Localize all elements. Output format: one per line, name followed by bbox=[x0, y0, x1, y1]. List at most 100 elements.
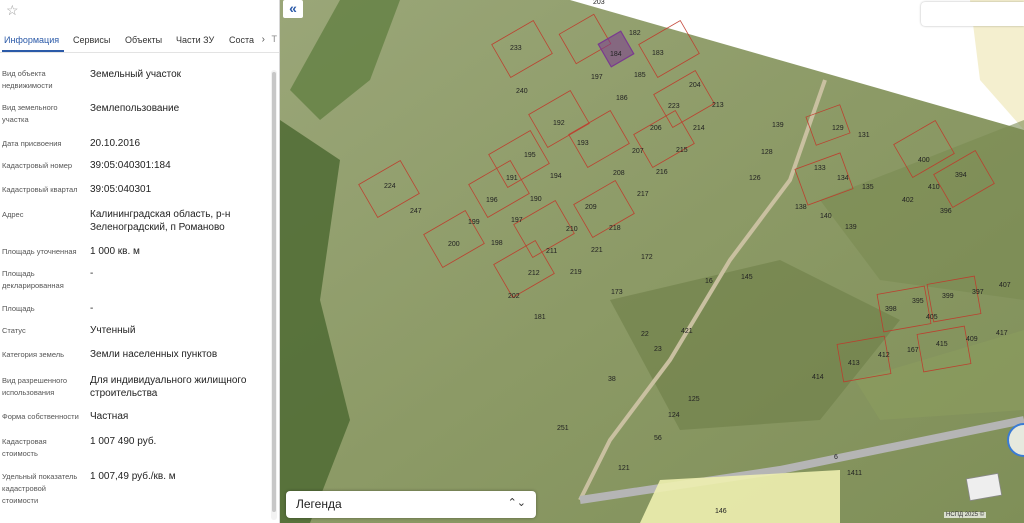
address-value: Калининградская область, р-н Зеленоградс… bbox=[90, 209, 231, 233]
parcel-label: 207 bbox=[632, 148, 644, 155]
tab-information[interactable]: Информация bbox=[4, 35, 59, 45]
info-value: 1 007,49 руб./кв. м bbox=[90, 471, 176, 482]
scrollbar-thumb[interactable] bbox=[272, 72, 276, 512]
map-view[interactable]: 203 233 182 184 183 240 197 185 186 204 … bbox=[280, 0, 1024, 523]
favorite-star-icon[interactable]: ☆ bbox=[6, 2, 19, 18]
info-value: Земельный участок bbox=[90, 69, 182, 80]
parcel-label: 38 bbox=[608, 376, 616, 383]
parcel-label: 131 bbox=[858, 132, 870, 139]
parcel-label: 216 bbox=[656, 169, 668, 176]
info-label: Кадастровая стоимость bbox=[2, 437, 47, 458]
info-label: Вид разрешенного использования bbox=[2, 376, 68, 397]
tab-parcel-parts[interactable]: Части ЗУ bbox=[176, 35, 214, 45]
tab-objects[interactable]: Объекты bbox=[125, 35, 162, 45]
legend-label: Легенда bbox=[296, 497, 342, 511]
parcel-label: 22 bbox=[641, 331, 649, 338]
info-label: Удельный показатель кадастровой стоимост… bbox=[2, 472, 78, 505]
tab-services[interactable]: Сервисы bbox=[73, 35, 110, 45]
parcel-label: 415 bbox=[936, 341, 948, 348]
parcel-label: 186 bbox=[616, 95, 628, 102]
parcel-label: 414 bbox=[812, 374, 824, 381]
parcel-label: 398 bbox=[885, 306, 897, 313]
parcel-label: 173 bbox=[611, 289, 623, 296]
info-label: Площадь уточненная bbox=[2, 247, 77, 256]
parcel-label: 197 bbox=[591, 74, 603, 81]
parcel-label: 23 bbox=[654, 346, 662, 353]
parcel-label: 181 bbox=[534, 314, 546, 321]
parcel-label: 397 bbox=[972, 289, 984, 296]
parcel-label: 395 bbox=[912, 298, 924, 305]
search-box[interactable] bbox=[921, 2, 1024, 26]
parcel-label: 212 bbox=[528, 270, 540, 277]
parcel-label: 1411 bbox=[847, 470, 862, 477]
parcel-label: 399 bbox=[942, 293, 954, 300]
parcel-label: 185 bbox=[634, 72, 646, 79]
parcel-label: 219 bbox=[570, 269, 582, 276]
info-label: Кадастровый квартал bbox=[2, 185, 78, 194]
aerial-map[interactable]: 203 233 182 184 183 240 197 185 186 204 … bbox=[280, 0, 1024, 523]
info-value: - bbox=[90, 303, 94, 314]
tab-composition[interactable]: Соста bbox=[229, 35, 254, 45]
parcel-label: 190 bbox=[530, 196, 542, 203]
parcel-label: 214 bbox=[693, 125, 705, 132]
parcel-label: 16 bbox=[705, 278, 713, 285]
info-value: Учтенный bbox=[90, 325, 136, 336]
collapse-panel-icon[interactable]: « bbox=[283, 0, 303, 18]
parcel-label: 135 bbox=[862, 184, 874, 191]
parcel-label: 139 bbox=[772, 122, 784, 129]
info-label: Форма собственности bbox=[2, 412, 79, 421]
parcel-label: 196 bbox=[486, 197, 498, 204]
tab-more[interactable]: Т bbox=[272, 34, 278, 44]
parcel-label: 203 bbox=[593, 0, 605, 6]
info-value: 1 000 кв. м bbox=[90, 246, 140, 257]
info-label: Категория земель bbox=[2, 350, 65, 359]
parcel-label: 202 bbox=[508, 293, 520, 300]
info-value: Для индивидуального жилищного строительс… bbox=[90, 375, 247, 399]
parcel-label: 210 bbox=[566, 226, 578, 233]
parcel-label: 197 bbox=[511, 217, 523, 224]
parcel-label: 206 bbox=[650, 125, 662, 132]
chevron-updown-icon: ⌃⌄ bbox=[507, 497, 526, 509]
info-value: 20.10.2016 bbox=[90, 138, 141, 149]
parcel-label: 407 bbox=[999, 282, 1011, 289]
parcel-label: 133 bbox=[814, 165, 826, 172]
parcel-label: 191 bbox=[506, 175, 518, 182]
parcel-label: 209 bbox=[585, 204, 597, 211]
map-attribution: НСПД 2025 © bbox=[944, 512, 987, 518]
parcel-label: 247 bbox=[410, 208, 422, 215]
info-label: Вид земельного участка bbox=[2, 103, 58, 124]
parcel-label: 6 bbox=[834, 454, 838, 461]
parcel-label: 413 bbox=[848, 360, 860, 367]
parcel-label: 56 bbox=[654, 435, 662, 442]
info-label: Кадастровый номер bbox=[2, 161, 73, 170]
parcel-label: 134 bbox=[837, 175, 849, 182]
parcel-label: 224 bbox=[384, 183, 396, 190]
parcel-label: 128 bbox=[761, 149, 773, 156]
parcel-label: 146 bbox=[715, 508, 727, 515]
parcel-label: 409 bbox=[966, 336, 978, 343]
parcel-label: 221 bbox=[591, 247, 603, 254]
parcel-label: 233 bbox=[510, 45, 522, 52]
parcel-label: 193 bbox=[577, 140, 589, 147]
info-value: - bbox=[90, 268, 94, 279]
info-panel: ☆ Информация Сервисы Объекты Части ЗУ Со… bbox=[0, 0, 280, 523]
parcel-label: 184 bbox=[610, 51, 622, 58]
parcel-label: 129 bbox=[832, 125, 844, 132]
parcel-label: 223 bbox=[668, 103, 680, 110]
chevron-right-icon[interactable]: › bbox=[262, 34, 265, 45]
parcel-label: 410 bbox=[928, 184, 940, 191]
parcel-label: 138 bbox=[795, 204, 807, 211]
parcel-label: 217 bbox=[637, 191, 649, 198]
parcel-label: 183 bbox=[652, 50, 664, 57]
info-label: Адрес bbox=[2, 210, 24, 219]
parcel-label: 126 bbox=[749, 175, 761, 182]
parcel-label: 192 bbox=[553, 120, 565, 127]
parcel-label: 417 bbox=[996, 330, 1008, 337]
info-label: Площадь декларированная bbox=[2, 269, 64, 290]
parcel-label: 240 bbox=[516, 88, 528, 95]
legend-dropdown[interactable]: Легенда ⌃⌄ bbox=[286, 491, 536, 518]
parcel-label: 121 bbox=[618, 465, 630, 472]
parcel-label: 199 bbox=[468, 219, 480, 226]
info-value: 39:05:040301 bbox=[90, 184, 152, 195]
parcel-label: 200 bbox=[448, 241, 460, 248]
